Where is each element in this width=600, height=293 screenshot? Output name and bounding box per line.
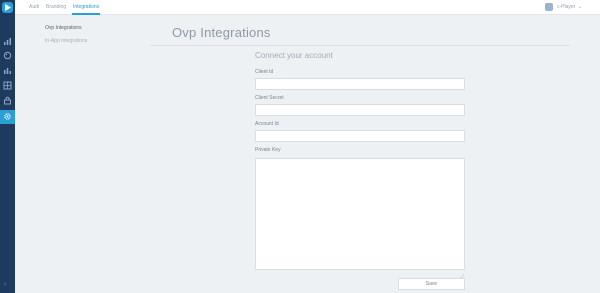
- player-selector[interactable]: c-Player: [557, 4, 575, 10]
- subnav-item-ovp-integrations[interactable]: Ovp Integrations: [45, 25, 82, 31]
- gear-icon[interactable]: [3, 112, 12, 121]
- grid-icon[interactable]: [3, 81, 12, 90]
- client-id-field[interactable]: [255, 78, 465, 90]
- account-id-field[interactable]: [255, 130, 465, 142]
- subnav-item-in-app-integrations[interactable]: In-App Integrations: [45, 38, 87, 44]
- tab-integrations[interactable]: Integrations: [73, 4, 99, 10]
- palette-icon[interactable]: [3, 51, 12, 60]
- title-divider: [150, 45, 570, 46]
- private-key-label: Private Key: [255, 147, 281, 153]
- expand-arrow-icon[interactable]: ›: [4, 281, 6, 288]
- section-title: Connect your account: [255, 51, 333, 60]
- private-key-field[interactable]: [255, 158, 465, 270]
- active-tab-indicator: [72, 13, 100, 15]
- tab-audi[interactable]: Audi: [29, 4, 39, 10]
- lock-icon[interactable]: [3, 96, 12, 105]
- tab-branding[interactable]: Branding: [46, 4, 66, 10]
- logo-icon[interactable]: [2, 2, 13, 13]
- client-secret-field[interactable]: [255, 104, 465, 116]
- player-avatar-icon[interactable]: [545, 3, 553, 11]
- top-bar: Audi Branding Integrations: [15, 0, 600, 15]
- resize-handle-icon[interactable]: [459, 265, 465, 279]
- sidebar: ›: [0, 0, 15, 293]
- save-button[interactable]: Save: [398, 278, 465, 290]
- account-id-label: Account Id: [255, 121, 279, 127]
- chevron-down-icon[interactable]: ⌄: [578, 4, 582, 10]
- page-title: Ovp Integrations: [172, 25, 271, 40]
- bar-chart-icon[interactable]: [3, 37, 12, 46]
- client-id-label: Client Id: [255, 69, 274, 75]
- client-secret-label: Client Secret: [255, 95, 284, 101]
- stats-icon[interactable]: [3, 66, 12, 75]
